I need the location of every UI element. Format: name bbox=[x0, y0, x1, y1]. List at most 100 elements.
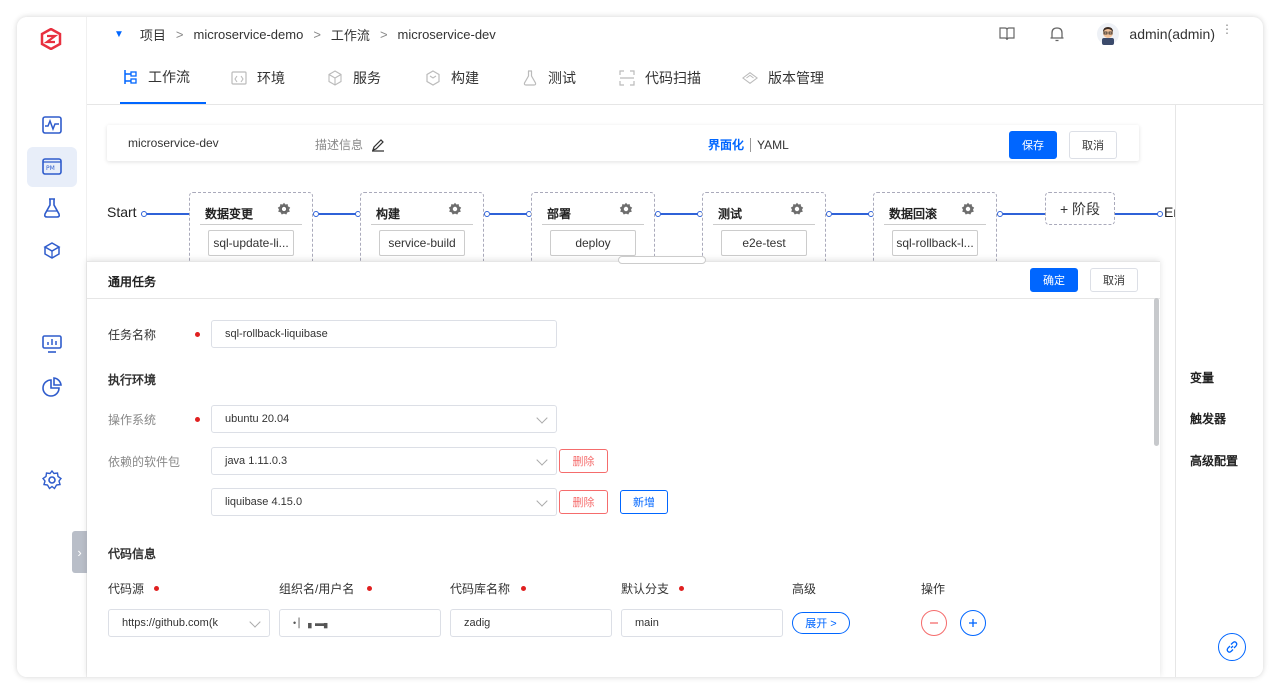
stage-card[interactable]: 数据变更 sql-update-li... bbox=[189, 192, 313, 267]
dependency-select[interactable]: java 1.11.0.3 bbox=[211, 447, 557, 475]
diamond-icon bbox=[742, 70, 758, 86]
drawer-scrollbar[interactable] bbox=[1154, 298, 1159, 446]
stage-name: 数据回滚 bbox=[889, 207, 938, 221]
pulse-icon[interactable] bbox=[40, 113, 64, 137]
task-editor-drawer: 通用任务 确定 取消 任务名称 sql-rollback-liquibase 执… bbox=[87, 256, 1160, 677]
scan-icon bbox=[619, 69, 635, 86]
repo-select[interactable]: zadig bbox=[450, 609, 612, 637]
col-source: 代码源 bbox=[108, 582, 145, 596]
col-actions: 操作 bbox=[921, 582, 946, 596]
tab-code-scan[interactable]: 代码扫描 bbox=[619, 51, 701, 104]
stage-divider bbox=[371, 224, 473, 225]
stage-name: 部署 bbox=[547, 207, 572, 221]
expand-advanced-button[interactable]: 展开 > bbox=[792, 612, 850, 634]
job-chip[interactable]: e2e-test bbox=[721, 230, 807, 256]
required-marker bbox=[679, 586, 684, 591]
required-marker bbox=[195, 417, 200, 422]
job-chip[interactable]: sql-update-li... bbox=[208, 230, 294, 256]
flask-icon bbox=[522, 69, 538, 86]
panel-variables[interactable]: 变量 bbox=[1190, 369, 1214, 386]
panel-triggers[interactable]: 触发器 bbox=[1190, 410, 1226, 427]
exec-env-heading: 执行环境 bbox=[108, 373, 157, 387]
caret-down-icon[interactable]: ▼ bbox=[114, 29, 124, 40]
tab-build[interactable]: 构建 bbox=[425, 51, 479, 104]
monitor-icon[interactable] bbox=[40, 332, 64, 356]
save-button[interactable]: 保存 bbox=[1009, 131, 1057, 159]
col-branch: 默认分支 bbox=[621, 582, 670, 596]
stage-card[interactable]: 构建 service-build bbox=[360, 192, 484, 267]
workflow-icon bbox=[122, 69, 138, 85]
org-select[interactable]: • ▏ ▖▬▖ bbox=[279, 609, 441, 637]
pencil-icon[interactable] bbox=[371, 138, 385, 152]
job-chip[interactable]: sql-rollback-l... bbox=[892, 230, 978, 256]
breadcrumb-project[interactable]: 项目 bbox=[140, 25, 166, 44]
task-name-input[interactable]: sql-rollback-liquibase bbox=[211, 320, 557, 348]
add-dependency-button[interactable]: 新增 bbox=[620, 490, 668, 514]
pie-chart-icon[interactable] bbox=[40, 375, 64, 399]
bell-icon[interactable] bbox=[1049, 26, 1065, 42]
tab-release-label: 版本管理 bbox=[768, 69, 824, 86]
drawer-cancel-button[interactable]: 取消 bbox=[1090, 268, 1138, 292]
code-source-select[interactable]: https://github.com(k bbox=[108, 609, 270, 637]
drawer-divider bbox=[87, 298, 1160, 299]
gear-icon[interactable] bbox=[448, 202, 464, 218]
settings-gear-icon[interactable] bbox=[40, 468, 64, 492]
right-config-panel: 变量 触发器 高级配置 bbox=[1175, 105, 1263, 677]
link-icon[interactable] bbox=[1218, 633, 1246, 661]
delete-dependency-button[interactable]: 删除 bbox=[559, 449, 608, 473]
workflow-description[interactable]: 描述信息 bbox=[315, 136, 385, 153]
required-marker bbox=[521, 586, 526, 591]
remove-repo-button[interactable] bbox=[921, 610, 947, 636]
dependency-select[interactable]: liquibase 4.15.0 bbox=[211, 488, 557, 516]
branch-select[interactable]: main bbox=[621, 609, 783, 637]
docs-book-icon[interactable] bbox=[999, 27, 1016, 41]
add-repo-button[interactable] bbox=[960, 610, 986, 636]
tab-test-label: 测试 bbox=[548, 69, 576, 86]
stage-card[interactable]: 数据回滚 sql-rollback-l... bbox=[873, 192, 997, 267]
top-bar: ▼ 项目 > microservice-demo > 工作流 > microse… bbox=[87, 17, 1263, 51]
sidebar-expand-button[interactable]: › bbox=[72, 531, 87, 573]
panel-advanced[interactable]: 高级配置 bbox=[1190, 452, 1238, 469]
job-chip[interactable]: service-build bbox=[379, 230, 465, 256]
zadig-logo[interactable] bbox=[40, 27, 62, 51]
delete-dependency-button[interactable]: 删除 bbox=[559, 490, 608, 514]
gear-icon[interactable] bbox=[277, 202, 293, 218]
connector-dot bbox=[1157, 211, 1163, 217]
breadcrumb-workflow[interactable]: 工作流 bbox=[331, 25, 370, 44]
mode-ui-option[interactable]: 界面化 bbox=[708, 136, 744, 153]
dependency-value: liquibase 4.15.0 bbox=[225, 496, 303, 508]
stage-divider bbox=[542, 224, 644, 225]
tab-test[interactable]: 测试 bbox=[522, 51, 576, 104]
gear-icon[interactable] bbox=[619, 202, 635, 218]
gear-icon[interactable] bbox=[961, 202, 977, 218]
connector-line bbox=[1115, 213, 1159, 215]
tab-environment[interactable]: 环境 bbox=[231, 51, 285, 104]
project-manager-icon[interactable]: PM bbox=[27, 147, 77, 187]
tab-release[interactable]: 版本管理 bbox=[742, 51, 824, 104]
tab-service[interactable]: 服务 bbox=[327, 51, 381, 104]
job-chip[interactable]: deploy bbox=[550, 230, 636, 256]
more-vertical-icon[interactable]: ⋮ bbox=[1221, 23, 1233, 35]
required-marker bbox=[367, 586, 372, 591]
mode-yaml-option[interactable]: YAML bbox=[757, 138, 789, 152]
workflow-name: microservice-dev bbox=[128, 136, 219, 150]
confirm-button[interactable]: 确定 bbox=[1030, 268, 1078, 292]
pipeline-end: End bbox=[1164, 204, 1175, 220]
breadcrumb-separator: > bbox=[175, 27, 184, 42]
code-info-heading: 代码信息 bbox=[108, 547, 157, 561]
tab-workflow-label: 工作流 bbox=[148, 68, 190, 85]
tab-workflow[interactable]: 工作流 bbox=[120, 51, 206, 104]
connector-line bbox=[147, 213, 189, 215]
username[interactable]: admin(admin) bbox=[1129, 26, 1215, 42]
drawer-title: 通用任务 bbox=[108, 275, 157, 289]
gear-icon[interactable] bbox=[790, 202, 806, 218]
os-select[interactable]: ubuntu 20.04 bbox=[211, 405, 557, 433]
avatar[interactable] bbox=[1097, 23, 1120, 45]
breadcrumb-project-name[interactable]: microservice-demo bbox=[194, 27, 304, 42]
drawer-drag-handle[interactable] bbox=[618, 256, 706, 264]
stage-card[interactable]: 测试 e2e-test bbox=[702, 192, 826, 267]
add-stage-button[interactable]: + 阶段 bbox=[1045, 192, 1115, 225]
cancel-button[interactable]: 取消 bbox=[1069, 131, 1117, 159]
module-tabs: 工作流 环境 服务 构建 测试 代码扫描 版本管理 bbox=[87, 51, 1263, 105]
stage-name: 测试 bbox=[718, 207, 743, 221]
